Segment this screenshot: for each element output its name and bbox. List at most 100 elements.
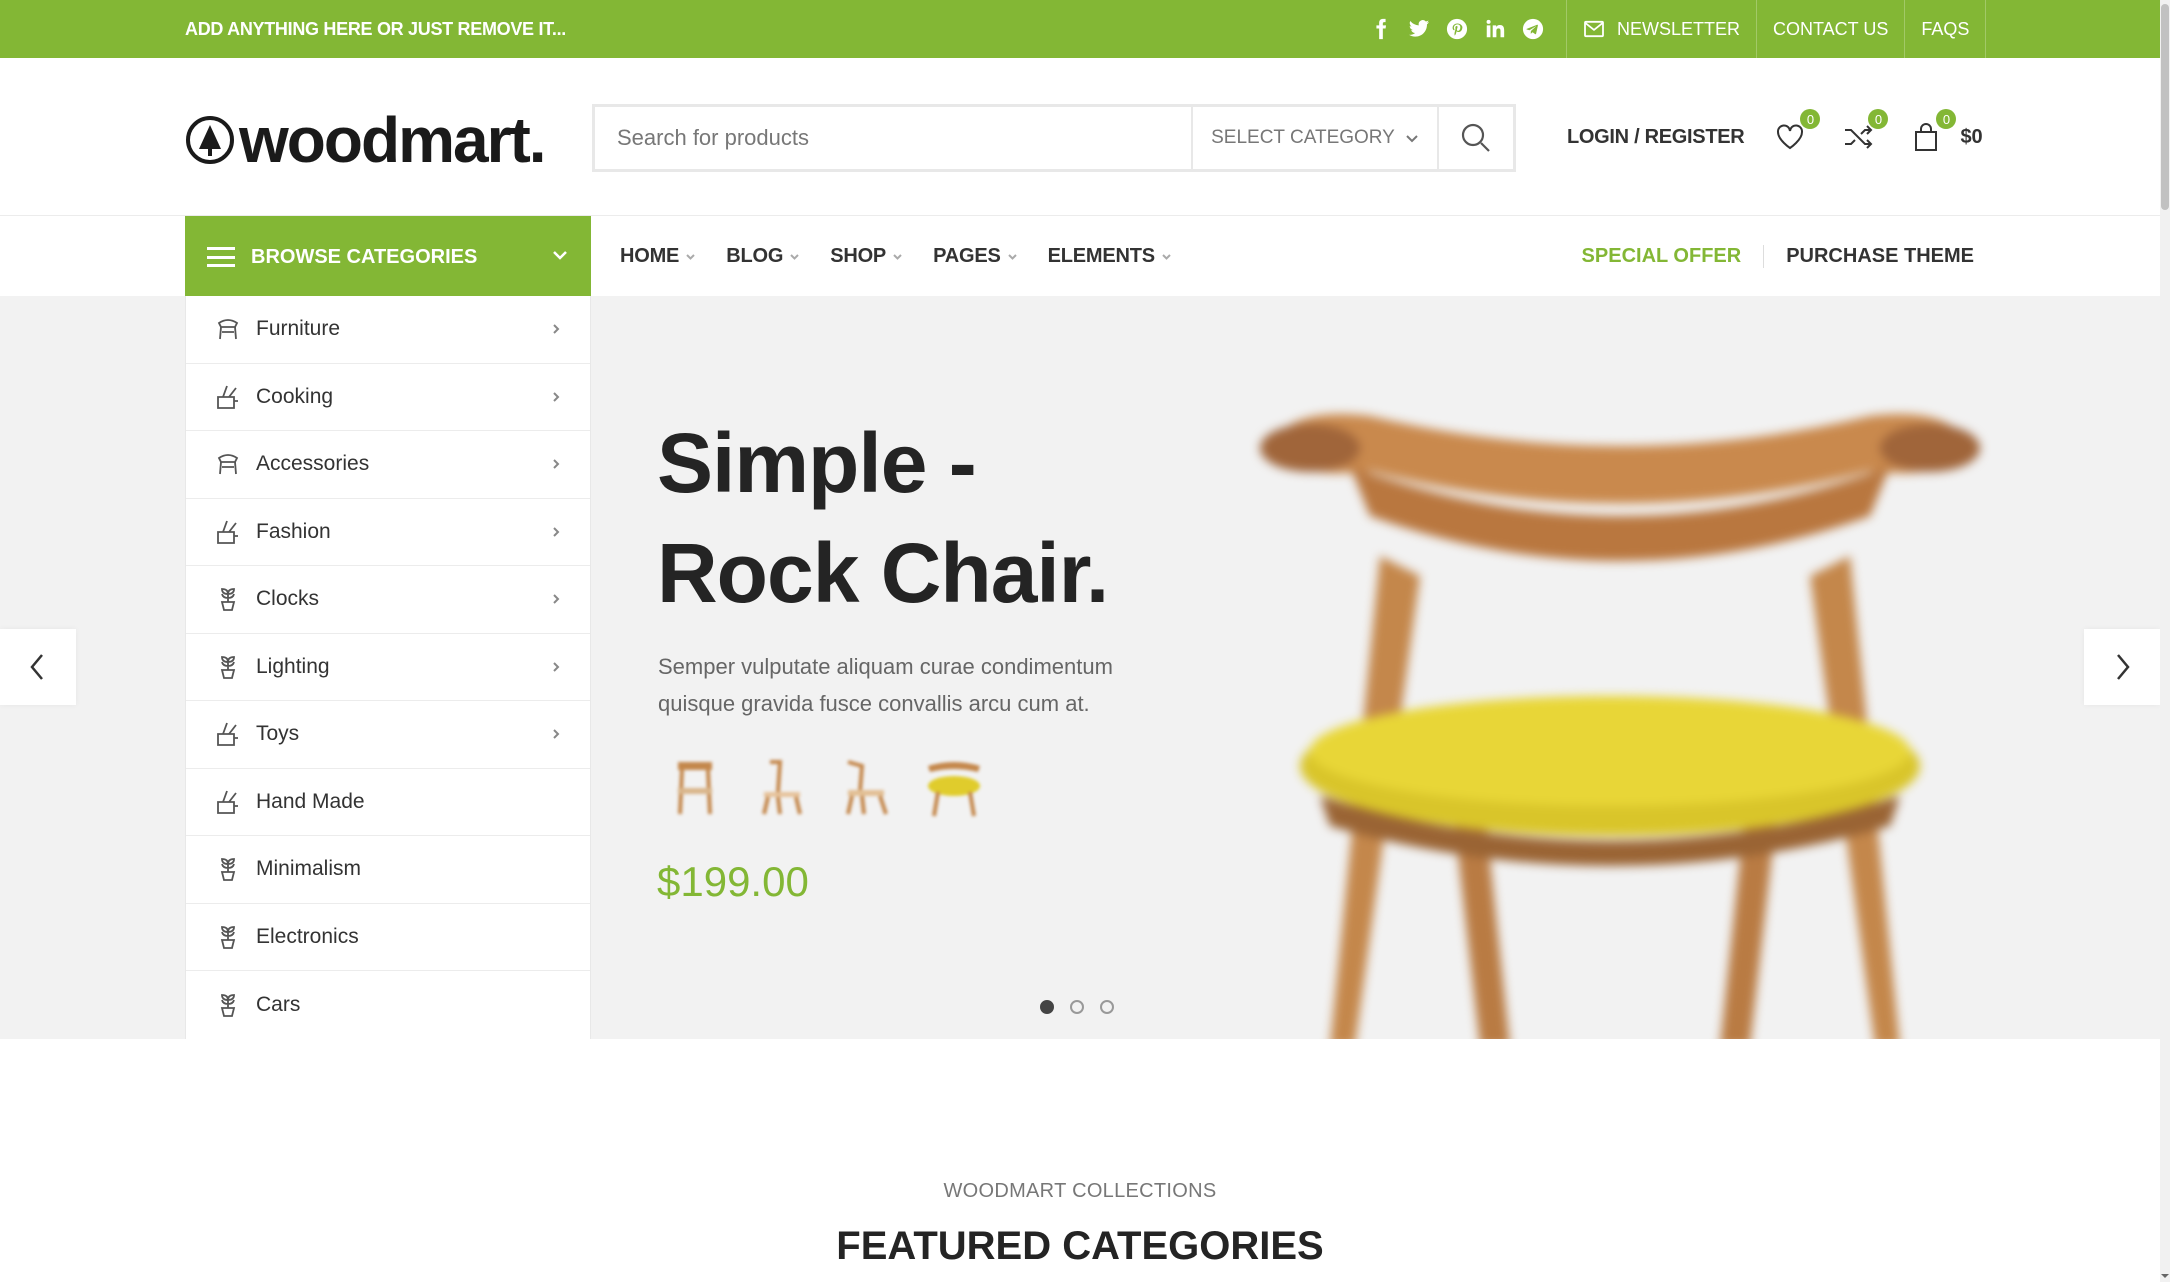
shuffle-icon [1845, 125, 1873, 149]
twitter-icon[interactable] [1406, 16, 1432, 42]
category-item-lighting[interactable]: Lighting [186, 634, 590, 701]
chair-thumbnail[interactable] [664, 752, 728, 822]
scrollbar-thumb[interactable] [2161, 4, 2169, 210]
chair-thumbnail[interactable] [922, 752, 986, 822]
slider-dot-2[interactable] [1070, 1000, 1084, 1014]
slider-next-button[interactable] [2084, 629, 2160, 705]
special-offer-link[interactable]: SPECIAL OFFER [1582, 244, 1765, 268]
category-label: Minimalism [256, 857, 361, 881]
category-label: Cooking [256, 384, 334, 408]
chevron-down-icon [686, 253, 695, 260]
menu-item-pages[interactable]: PAGES [933, 245, 1018, 268]
plant-icon [220, 925, 236, 949]
category-item-cars[interactable]: Cars [186, 971, 590, 1039]
facebook-icon[interactable] [1368, 16, 1394, 42]
category-item-clocks[interactable]: Clocks [186, 566, 590, 634]
cart-button[interactable]: 0 [1908, 109, 1957, 155]
category-item-minimalism[interactable]: Minimalism [186, 836, 590, 904]
linkedin-icon[interactable] [1482, 16, 1508, 42]
promo-text: ADD ANYTHING HERE OR JUST REMOVE IT... [185, 19, 566, 39]
browse-categories-button[interactable]: BROWSE CATEGORIES [185, 216, 591, 298]
menu-item-label: SHOP [830, 244, 887, 267]
chevron-down-icon [553, 251, 567, 260]
compare-button[interactable]: 0 [1840, 109, 1889, 155]
category-label: Hand Made [256, 789, 365, 813]
search-icon [1461, 123, 1490, 152]
slider-prev-button[interactable] [0, 629, 76, 705]
plant-icon [220, 588, 236, 612]
chevron-right-icon [553, 729, 560, 739]
section-subtitle: WOODMART COLLECTIONS [943, 1180, 1217, 1202]
menu-item-shop[interactable]: SHOP [830, 245, 903, 268]
category-label: Accessories [256, 452, 370, 476]
logo-text: woodmart. [239, 104, 547, 176]
shopping-bag-icon [1915, 123, 1938, 151]
slider-dot-1[interactable] [1040, 1000, 1054, 1014]
compare-count: 0 [1868, 109, 1889, 129]
contact-us-link[interactable]: CONTACT US [1756, 0, 1904, 58]
menu-item-label: ELEMENTS [1047, 244, 1155, 267]
logo-icon [186, 116, 234, 164]
wishlist-button[interactable]: 0 [1772, 109, 1821, 155]
utensils-icon [217, 385, 238, 409]
purchase-theme-link[interactable]: PURCHASE THEME [1764, 245, 1974, 268]
chevron-right-icon [2117, 654, 2130, 680]
telegram-icon[interactable] [1520, 16, 1546, 42]
category-label: Furniture [256, 317, 341, 341]
category-label: Lighting [256, 654, 330, 678]
scrollbar[interactable] [2160, 0, 2170, 1282]
slider-dot-3[interactable] [1100, 1000, 1114, 1014]
category-item-electronics[interactable]: Electronics [186, 904, 590, 971]
chevron-down-icon [790, 253, 799, 260]
search-input[interactable] [595, 107, 1191, 169]
logo[interactable]: woodmart. [185, 104, 547, 176]
slide-title-line-2: Rock Chair. [657, 526, 1109, 620]
slide-description: Semper vulputate aliquam curae condiment… [658, 654, 1113, 716]
heart-icon [1777, 124, 1804, 150]
menu-item-elements[interactable]: ELEMENTS [1048, 245, 1172, 268]
category-label: Fashion [256, 519, 331, 543]
chair-product-image [1260, 414, 1980, 1039]
category-item-accessories[interactable]: Accessories [186, 431, 590, 499]
select-category-label: SELECT CATEGORY [1211, 127, 1395, 148]
category-label: Toys [256, 722, 300, 746]
category-item-toys[interactable]: Toys [186, 701, 590, 769]
select-category-dropdown[interactable]: SELECT CATEGORY [1191, 107, 1437, 169]
chevron-right-icon [553, 459, 560, 469]
category-item-hand-made[interactable]: Hand Made [186, 769, 590, 836]
faqs-link[interactable]: FAQS [1904, 0, 1987, 58]
cart-total[interactable]: $0 [1960, 126, 1982, 149]
social-links [1368, 16, 1546, 42]
menu-item-label: HOME [620, 244, 680, 267]
main-navigation: BROWSE CATEGORIES HOME BLOG SHOP PAGES E… [0, 216, 2160, 298]
top-links: NEWSLETTER CONTACT US FAQS [1566, 0, 1987, 58]
nav-right-links: SPECIAL OFFER PURCHASE THEME [1582, 216, 1974, 296]
hero-slider: Furniture Cooking Accessories Fashion Cl… [0, 296, 2160, 1039]
menu-item-home[interactable]: HOME [620, 245, 696, 268]
chevron-right-icon [553, 594, 560, 604]
pinterest-icon[interactable] [1444, 16, 1470, 42]
menu-item-label: BLOG [726, 244, 784, 267]
scroll-down-arrow-icon[interactable] [2161, 1272, 2169, 1280]
top-bar: ADD ANYTHING HERE OR JUST REMOVE IT... N… [0, 0, 2160, 58]
header: woodmart. SELECT CATEGORY LOGIN / REGIST… [0, 58, 2160, 216]
chair-thumbnail[interactable] [750, 752, 814, 822]
chevron-right-icon [553, 662, 560, 672]
category-label: Cars [256, 992, 301, 1016]
category-item-cooking[interactable]: Cooking [186, 364, 590, 431]
slider-pagination [1040, 1000, 1114, 1014]
chair-thumbnail[interactable] [836, 752, 900, 822]
header-actions: LOGIN / REGISTER 0 0 0 $0 [1567, 109, 1983, 158]
newsletter-link[interactable]: NEWSLETTER [1566, 0, 1756, 58]
chevron-down-icon [1162, 253, 1171, 260]
cart-count: 0 [1936, 109, 1957, 129]
chevron-down-icon [1406, 135, 1418, 143]
menu-item-blog[interactable]: BLOG [726, 245, 800, 268]
category-item-furniture[interactable]: Furniture [186, 296, 590, 364]
category-label: Electronics [256, 924, 359, 948]
search-button[interactable] [1437, 107, 1513, 169]
search-bar: SELECT CATEGORY [592, 104, 1516, 172]
login-register-link[interactable]: LOGIN / REGISTER [1567, 126, 1745, 149]
category-item-fashion[interactable]: Fashion [186, 499, 590, 566]
plant-icon [220, 993, 236, 1017]
